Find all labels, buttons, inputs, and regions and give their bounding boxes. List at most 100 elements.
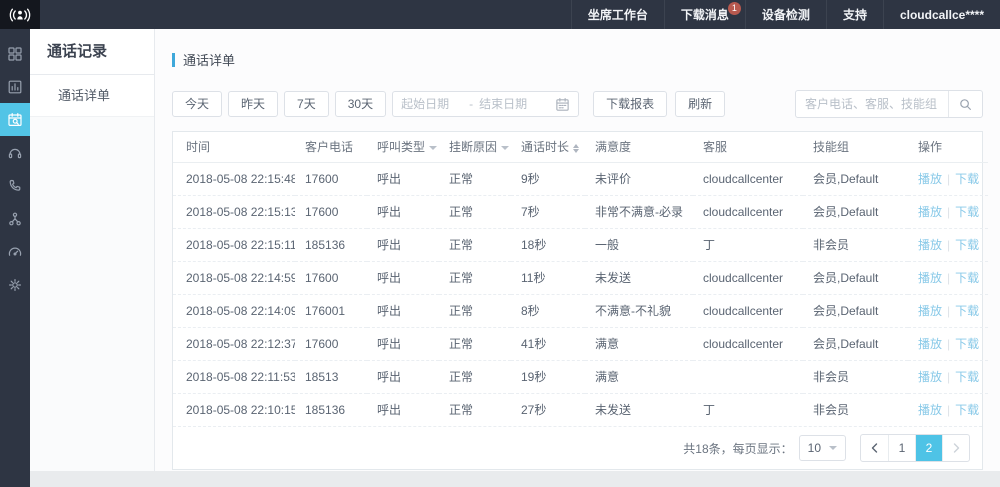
play-link[interactable]: 播放 [918, 337, 942, 351]
sidebar-item-call-detail[interactable]: 通话详单 [30, 75, 154, 117]
cell-hangup-reason: 正常 [439, 294, 511, 327]
call-records-table: 时间 客户电话 呼叫类型 挂断原因 通话时长 满意度 客服 技能组 操作 201… [172, 131, 983, 470]
per-page-value: 10 [808, 441, 821, 455]
cell-skill-group: 非会员 [803, 228, 908, 261]
rail-item-agent[interactable] [0, 136, 30, 169]
rail-item-ivr-flow[interactable] [0, 202, 30, 235]
rail-item-monitor[interactable] [0, 235, 30, 268]
cell-call-type: 呼出 [367, 393, 439, 426]
quick-filter-today[interactable]: 今天 [172, 91, 222, 117]
logo-person-waves-icon [9, 5, 31, 25]
quick-filter-yesterday[interactable]: 昨天 [228, 91, 278, 117]
cell-duration: 8秒 [511, 294, 585, 327]
download-report-button[interactable]: 下载报表 [593, 91, 667, 117]
col-call-type[interactable]: 呼叫类型 [367, 132, 439, 162]
date-range-picker[interactable]: - [392, 91, 579, 117]
chevron-down-icon[interactable] [429, 146, 437, 150]
settings-gear-icon [7, 277, 23, 293]
search-button[interactable] [948, 91, 982, 117]
cell-call-type: 呼出 [367, 261, 439, 294]
start-date-input[interactable] [401, 97, 463, 111]
topbar-item-download-messages[interactable]: 下载消息 1 [664, 0, 745, 29]
col-duration[interactable]: 通话时长 [511, 132, 585, 162]
cell-time: 2018-05-08 22:10:15 [173, 393, 295, 426]
col-actions: 操作 [908, 132, 988, 162]
play-link[interactable]: 播放 [918, 403, 942, 417]
download-link[interactable]: 下载 [955, 370, 979, 384]
download-link[interactable]: 下载 [955, 271, 979, 285]
download-link[interactable]: 下载 [955, 238, 979, 252]
cell-skill-group: 会员,Default [803, 327, 908, 360]
page-button-1[interactable]: 1 [888, 435, 915, 461]
breadcrumb: 通话详单 [172, 50, 1000, 69]
rail-item-reports[interactable] [0, 70, 30, 103]
report-chart-icon [7, 79, 23, 95]
cell-call-type: 呼出 [367, 162, 439, 195]
calendar-icon[interactable] [555, 97, 570, 112]
play-link[interactable]: 播放 [918, 370, 942, 384]
table-header-row: 时间 客户电话 呼叫类型 挂断原因 通话时长 满意度 客服 技能组 操作 [173, 132, 988, 162]
download-link[interactable]: 下载 [955, 304, 979, 318]
rail-item-calls[interactable] [0, 169, 30, 202]
col-skill-group: 技能组 [803, 132, 908, 162]
per-page-select[interactable]: 10 [799, 435, 846, 461]
cell-skill-group: 会员,Default [803, 162, 908, 195]
cell-phone: 17600 [295, 195, 367, 228]
play-link[interactable]: 播放 [918, 172, 942, 186]
rail-item-dashboard[interactable] [0, 37, 30, 70]
topbar-item-label: 设备检测 [762, 6, 810, 23]
table-row: 2018-05-08 22:14:59 17600 呼出 正常 11秒 未发送 … [173, 261, 988, 294]
col-hangup-reason[interactable]: 挂断原因 [439, 132, 511, 162]
topbar-item-device-check[interactable]: 设备检测 [745, 0, 826, 29]
phone-icon [7, 178, 23, 194]
topbar-item-label: 坐席工作台 [588, 6, 648, 23]
end-date-input[interactable] [479, 97, 541, 111]
cell-duration: 41秒 [511, 327, 585, 360]
cell-call-type: 呼出 [367, 228, 439, 261]
chevron-down-icon[interactable] [501, 146, 509, 150]
main-content: 通话详单 今天 昨天 7天 30天 - 下载报表 刷新 [155, 29, 1000, 471]
download-link[interactable]: 下载 [955, 172, 979, 186]
col-time: 时间 [173, 132, 295, 162]
topbar-item-agent-workbench[interactable]: 坐席工作台 [571, 0, 664, 29]
chevron-right-icon [952, 443, 961, 453]
play-link[interactable]: 播放 [918, 304, 942, 318]
rail-item-settings[interactable] [0, 268, 30, 301]
cell-actions: 播放|下载 [908, 294, 988, 327]
topbar-item-account[interactable]: cloudcallce**** [883, 0, 1000, 29]
quick-filter-30days[interactable]: 30天 [335, 91, 386, 117]
rail-item-call-records[interactable] [0, 103, 30, 136]
download-link[interactable]: 下载 [955, 403, 979, 417]
play-link[interactable]: 播放 [918, 238, 942, 252]
cell-phone: 17600 [295, 162, 367, 195]
cloudcall-logo[interactable] [0, 0, 40, 29]
cell-phone: 185136 [295, 393, 367, 426]
prev-page-button[interactable] [861, 435, 888, 461]
play-link[interactable]: 播放 [918, 271, 942, 285]
refresh-button[interactable]: 刷新 [675, 91, 725, 117]
account-name: cloudcallce**** [900, 8, 984, 22]
cell-duration: 27秒 [511, 393, 585, 426]
page-button-2[interactable]: 2 [915, 435, 942, 461]
sort-icon[interactable] [573, 144, 579, 153]
play-link[interactable]: 播放 [918, 205, 942, 219]
cell-actions: 播放|下载 [908, 162, 988, 195]
date-range-separator: - [469, 97, 473, 111]
col-agent: 客服 [693, 132, 803, 162]
table-row: 2018-05-08 22:15:13 17600 呼出 正常 7秒 非常不满意… [173, 195, 988, 228]
sidebar: 通话记录 通话详单 [30, 29, 155, 471]
search-input[interactable] [796, 97, 948, 111]
cell-call-type: 呼出 [367, 294, 439, 327]
cell-phone: 176001 [295, 294, 367, 327]
download-link[interactable]: 下载 [955, 205, 979, 219]
top-bar: 坐席工作台 下载消息 1 设备检测 支持 cloudcallce**** [0, 0, 1000, 29]
next-page-button[interactable] [942, 435, 969, 461]
topbar-item-support[interactable]: 支持 [826, 0, 883, 29]
cell-time: 2018-05-08 22:12:37 [173, 327, 295, 360]
cell-duration: 11秒 [511, 261, 585, 294]
action-separator: | [947, 337, 950, 351]
quick-filter-7days[interactable]: 7天 [284, 91, 329, 117]
ivr-flow-icon [7, 211, 23, 227]
download-link[interactable]: 下载 [955, 337, 979, 351]
cell-actions: 播放 | 下载 [908, 327, 988, 360]
